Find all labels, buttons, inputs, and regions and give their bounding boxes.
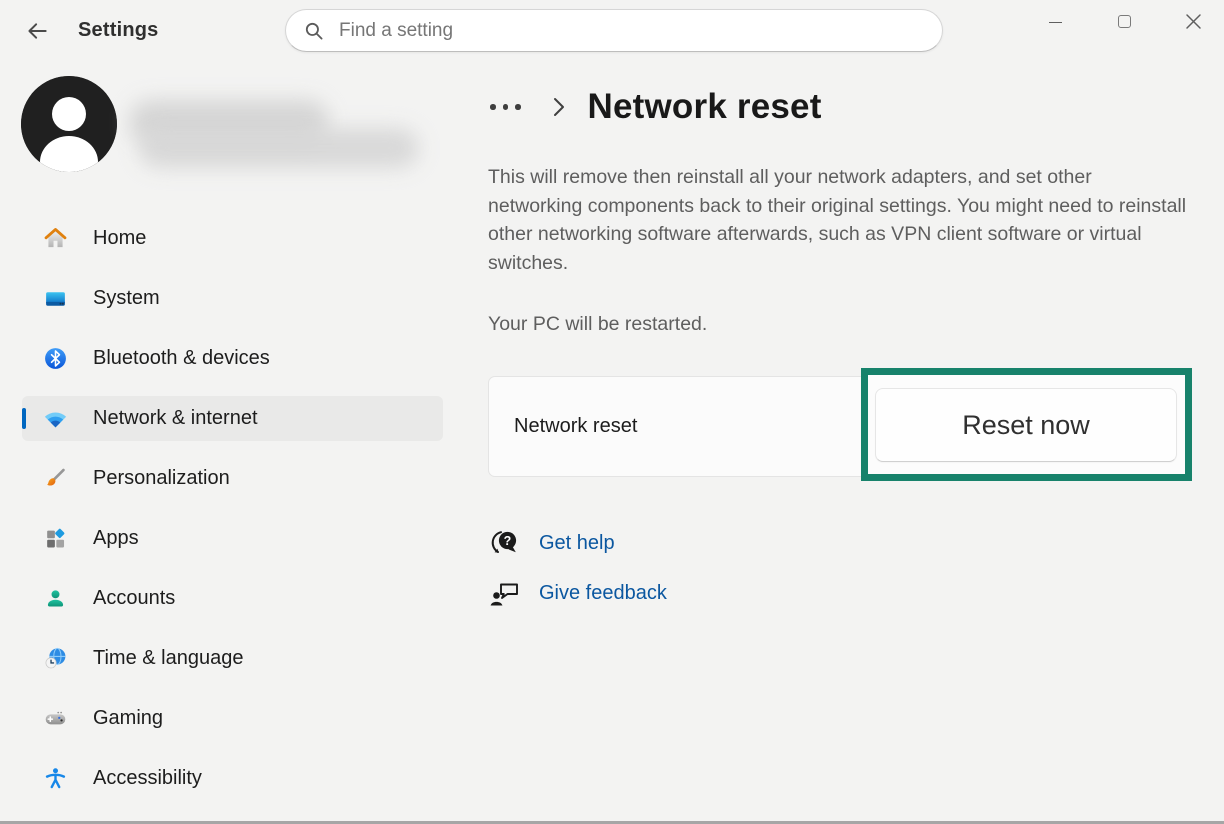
breadcrumb-dot [503,104,509,110]
system-icon [42,286,68,312]
get-help-link[interactable]: ? Get help [488,525,615,561]
maximize-button[interactable] [1101,0,1147,42]
sidebar-item-accessibility[interactable]: Accessibility [22,756,443,801]
reset-now-button[interactable]: Reset now [875,388,1177,462]
sidebar-item-label: Time & language [93,647,243,670]
sidebar-item-apps[interactable]: Apps [22,516,443,561]
sidebar-item-home[interactable]: Home [22,216,443,261]
time-language-icon [42,646,68,672]
breadcrumb-dot [515,104,521,110]
network-wifi-icon [42,406,68,432]
sidebar-item-label: Apps [93,527,139,550]
get-help-icon: ? [488,525,522,561]
selected-accent-bar [22,408,26,429]
personalization-brush-icon [42,466,68,492]
page-description: This will remove then reinstall all your… [488,163,1188,277]
close-button[interactable] [1170,0,1216,42]
network-reset-row-label: Network reset [514,415,637,438]
sidebar-nav: Home System Bluetooth & d [22,216,443,816]
give-feedback-link[interactable]: Give feedback [488,575,667,611]
accounts-person-icon [42,586,68,612]
sidebar-item-label: Accounts [93,587,175,610]
minimize-icon [1049,22,1062,23]
avatar [21,76,117,172]
sidebar-item-time-language[interactable]: Time & language [22,636,443,681]
apps-icon [42,526,68,552]
accessibility-person-icon [42,766,68,792]
gaming-gamepad-icon [42,706,68,732]
maximize-icon [1118,15,1131,28]
sidebar-item-system[interactable]: System [22,276,443,321]
get-help-label: Get help [539,532,615,555]
breadcrumb-overflow-button[interactable] [488,98,523,116]
search-icon [303,20,325,42]
breadcrumb-dot [490,104,496,110]
close-icon [1185,13,1202,30]
app-title: Settings [78,19,159,42]
back-button[interactable] [22,16,52,46]
sidebar-item-label: System [93,287,160,310]
chevron-right-icon [552,95,566,119]
settings-window: Settings [0,0,1224,824]
sidebar-item-gaming[interactable]: Gaming [22,696,443,741]
search-box[interactable] [285,9,943,52]
home-icon [42,226,68,252]
svg-text:?: ? [504,534,512,548]
sidebar-item-accounts[interactable]: Accounts [22,576,443,621]
search-input[interactable] [339,20,899,42]
page-header: Network reset [488,83,822,131]
sidebar-item-label: Bluetooth & devices [93,347,270,370]
minimize-button[interactable] [1032,0,1078,42]
sidebar-item-label: Personalization [93,467,230,490]
feedback-icon [488,575,522,611]
blurred-user-email [139,128,419,168]
give-feedback-label: Give feedback [539,582,667,605]
page-title: Network reset [588,87,822,127]
sidebar-item-label: Gaming [93,707,163,730]
sidebar-item-network-internet[interactable]: Network & internet [22,396,443,441]
sidebar-item-label: Home [93,227,146,250]
sidebar-item-personalization[interactable]: Personalization [22,456,443,501]
user-account-card[interactable] [21,76,441,173]
back-arrow-icon [24,18,50,44]
sidebar-item-label: Network & internet [93,407,258,430]
sidebar-item-label: Accessibility [93,767,202,790]
bluetooth-icon [42,346,68,372]
sidebar-item-bluetooth-devices[interactable]: Bluetooth & devices [22,336,443,381]
restart-note: Your PC will be restarted. [488,313,707,336]
